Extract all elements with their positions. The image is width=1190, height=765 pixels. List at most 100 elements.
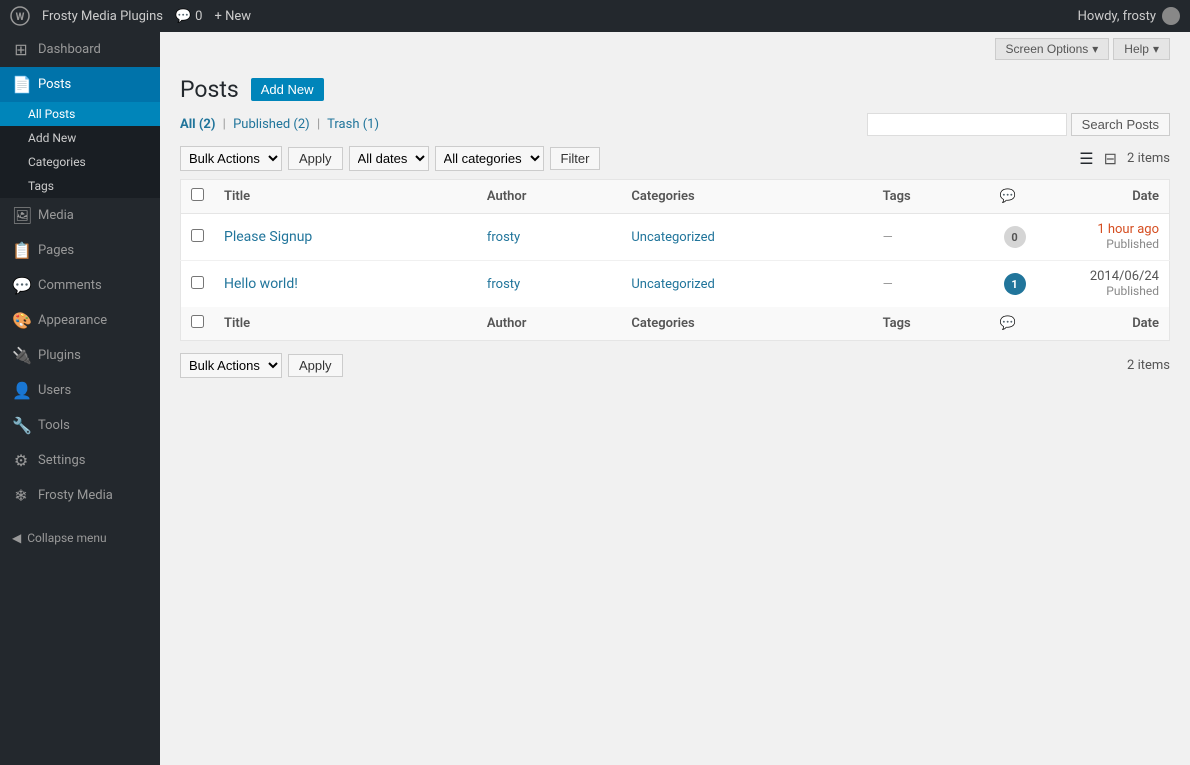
categories-footer[interactable]: Categories [621,307,872,341]
sidebar-item-comments[interactable]: 💬 Comments [0,268,160,303]
sidebar-item-media[interactable]: 🖼 Media [0,198,160,233]
comment-column-bubble-icon: 💬 [1000,189,1016,204]
sidebar-item-dashboard[interactable]: ⊞ Dashboard [0,32,160,67]
sidebar-item-frosty-media[interactable]: ❄ Frosty Media [0,478,160,513]
admin-bar: W Frosty Media Plugins 💬 0 + New Howdy, … [0,0,1190,32]
help-label: Help [1124,42,1149,56]
title-footer[interactable]: Title [214,307,477,341]
page-header: Posts Add New [160,66,1190,113]
sidebar-item-label: Plugins [38,348,81,363]
author-footer[interactable]: Author [477,307,622,341]
filter-all-link[interactable]: All (2) [180,117,219,132]
categories-column-header[interactable]: Categories [621,180,872,214]
sidebar-item-categories[interactable]: Categories [0,150,160,174]
title-column-header[interactable]: Title [214,180,477,214]
category-link[interactable]: Uncategorized [631,277,714,292]
category-link[interactable]: Uncategorized [631,230,714,245]
author-link[interactable]: frosty [487,230,520,245]
list-view-button[interactable]: ☰ [1075,147,1097,171]
apply-button-top[interactable]: Apply [288,147,343,170]
wp-logo-icon[interactable]: W [10,6,30,26]
howdy-text: Howdy, frosty [1078,9,1156,24]
sidebar-item-plugins[interactable]: 🔌 Plugins [0,338,160,373]
list-view-icon: ☰ [1079,151,1093,168]
tags-footer[interactable]: Tags [873,307,990,341]
sidebar-item-label: Media [38,208,74,223]
collapse-menu[interactable]: ◀ Collapse menu [0,523,160,553]
site-name[interactable]: Frosty Media Plugins [42,9,163,24]
search-input[interactable] [867,113,1067,136]
sidebar-item-label: Appearance [38,313,107,328]
comments-column-header[interactable]: 💬 [990,180,1040,214]
comments-footer[interactable]: 💬 [990,307,1040,341]
comments-link[interactable]: 💬 0 [175,9,203,24]
excerpt-view-button[interactable]: ⊟ [1100,147,1121,171]
users-icon: 👤 [12,381,30,400]
comments-icon: 💬 [12,276,30,295]
filter-all-label: All [180,117,196,132]
sep2: | [317,117,320,132]
post-date-cell: 1 hour ago Published [1040,214,1170,261]
howdy-label: Howdy, frosty [1078,7,1180,25]
sidebar: ⊞ Dashboard 📄 Posts All Posts Add New Ca… [0,32,160,765]
filter-button[interactable]: Filter [550,147,601,170]
screen-options-button[interactable]: Screen Options ▾ [995,38,1110,60]
screen-options-bar: Screen Options ▾ Help ▾ [160,32,1190,66]
post-title-cell: Hello world! [214,261,477,308]
sidebar-item-all-posts[interactable]: All Posts [0,102,160,126]
comment-count-badge[interactable]: 1 [1004,273,1026,295]
tags-column-header[interactable]: Tags [873,180,990,214]
post-title-link[interactable]: Please Signup [224,229,312,245]
media-icon: 🖼 [12,206,30,225]
frosty-media-icon: ❄ [12,486,30,505]
sidebar-item-posts[interactable]: 📄 Posts [0,67,160,102]
apply-button-bottom[interactable]: Apply [288,354,343,377]
add-new-button[interactable]: Add New [251,78,324,101]
main-content: Screen Options ▾ Help ▾ Posts Add New Al… [160,32,1190,765]
collapse-label: Collapse menu [27,531,106,545]
bulk-actions-select-top[interactable]: Bulk Actions [180,146,282,171]
sidebar-item-pages[interactable]: 📋 Pages [0,233,160,268]
new-content-link[interactable]: + New [214,9,251,24]
sidebar-item-users[interactable]: 👤 Users [0,373,160,408]
tools-icon: 🔧 [12,416,30,435]
author-link[interactable]: frosty [487,277,520,292]
filter-trash-link[interactable]: Trash (1) [327,117,379,132]
posts-table: Title Author Categories Tags 💬 Date [180,179,1170,341]
sidebar-item-appearance[interactable]: 🎨 Appearance [0,303,160,338]
categories-filter-select[interactable]: All categories [435,146,544,171]
post-title-link[interactable]: Hello world! [224,276,298,292]
date-column-header[interactable]: Date [1040,180,1170,214]
comment-bubble-footer-icon: 💬 [1000,316,1016,331]
sep1: | [223,117,226,132]
post-tags-cell: — [873,214,990,261]
sidebar-item-label: Users [38,383,71,398]
dates-filter-select[interactable]: All dates [349,146,429,171]
search-posts-button[interactable]: Search Posts [1071,113,1170,136]
sidebar-item-add-new[interactable]: Add New [0,126,160,150]
select-all-checkbox-footer[interactable] [191,315,204,328]
row-checkbox-cell [181,214,215,261]
row-checkbox[interactable] [191,276,204,289]
sidebar-item-tags[interactable]: Tags [0,174,160,198]
sidebar-item-settings[interactable]: ⚙ Settings [0,443,160,478]
post-comments-cell: 1 [990,261,1040,308]
comment-count-badge[interactable]: 0 [1004,226,1026,248]
date-footer[interactable]: Date [1040,307,1170,341]
row-checkbox-cell [181,261,215,308]
bulk-actions-select-bottom[interactable]: Bulk Actions [180,353,282,378]
row-checkbox[interactable] [191,229,204,242]
avatar [1162,7,1180,25]
sidebar-item-label: Comments [38,278,102,293]
filter-links: All (2) | Published (2) | Trash (1) [180,117,379,132]
select-all-checkbox[interactable] [191,188,204,201]
tablenav-bottom: Bulk Actions Apply 2 items [160,345,1190,386]
plugins-icon: 🔌 [12,346,30,365]
sidebar-item-label: Tags [28,179,54,193]
sidebar-item-tools[interactable]: 🔧 Tools [0,408,160,443]
sidebar-item-label: Settings [38,453,85,468]
tags-value: — [883,277,893,292]
help-button[interactable]: Help ▾ [1113,38,1170,60]
author-column-header[interactable]: Author [477,180,622,214]
filter-published-link[interactable]: Published (2) [233,117,313,132]
